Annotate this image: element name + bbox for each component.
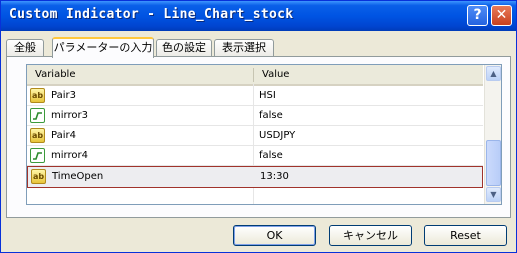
cancel-button[interactable]: キャンセル [329, 225, 412, 246]
table-row[interactable]: mirror4 false [27, 146, 483, 166]
row-variable-name: Pair4 [51, 130, 76, 141]
tab-parameters[interactable]: パラメーターの入力 [52, 37, 154, 58]
row-variable-name: TimeOpen [52, 171, 104, 182]
vertical-scrollbar[interactable]: ▲ ▼ [484, 65, 501, 204]
tab-panel: Variable Value ab Pair3 HSI mirror3 fals… [6, 56, 511, 218]
grid-header: Variable Value [27, 65, 483, 86]
ab-string-icon: ab [31, 169, 46, 184]
parameters-grid: Variable Value ab Pair3 HSI mirror3 fals… [26, 64, 502, 205]
row-value[interactable]: 13:30 [260, 167, 289, 186]
reset-button[interactable]: Reset [424, 225, 507, 246]
row-value[interactable]: USDJPY [259, 126, 295, 145]
table-row[interactable]: ab Pair4 USDJPY [27, 126, 483, 146]
table-row[interactable]: ab Pair3 HSI [27, 86, 483, 106]
tab-colors[interactable]: 色の設定 [156, 39, 212, 56]
row-variable-name: mirror3 [51, 110, 88, 121]
ok-button[interactable]: OK [233, 225, 316, 246]
column-header-value[interactable]: Value [254, 65, 483, 84]
scroll-up-button[interactable]: ▲ [486, 66, 501, 81]
bool-icon [30, 108, 45, 123]
title-bar[interactable]: Custom Indicator - Line_Chart_stock ? ✕ [1, 1, 516, 31]
bool-icon [30, 148, 45, 163]
row-value[interactable]: false [259, 106, 283, 125]
ab-string-icon: ab [30, 128, 45, 143]
table-row-selected[interactable]: ab TimeOpen 13:30 [27, 166, 483, 188]
column-header-variable[interactable]: Variable [27, 65, 253, 84]
tab-general[interactable]: 全般 [6, 39, 44, 56]
ab-string-icon: ab [30, 88, 45, 103]
dialog-window: Custom Indicator - Line_Chart_stock ? ✕ … [0, 0, 517, 253]
scroll-thumb[interactable] [486, 140, 501, 186]
row-value[interactable]: false [259, 146, 283, 165]
tab-visualization[interactable]: 表示選択 [214, 39, 274, 56]
close-button[interactable]: ✕ [491, 5, 512, 26]
row-variable-name: mirror4 [51, 150, 88, 161]
table-row[interactable]: mirror3 false [27, 106, 483, 126]
help-button[interactable]: ? [467, 5, 488, 26]
row-variable-name: Pair3 [51, 90, 76, 101]
window-title: Custom Indicator - Line_Chart_stock [9, 7, 294, 22]
row-value[interactable]: HSI [259, 86, 276, 105]
scroll-down-button[interactable]: ▼ [486, 187, 501, 202]
